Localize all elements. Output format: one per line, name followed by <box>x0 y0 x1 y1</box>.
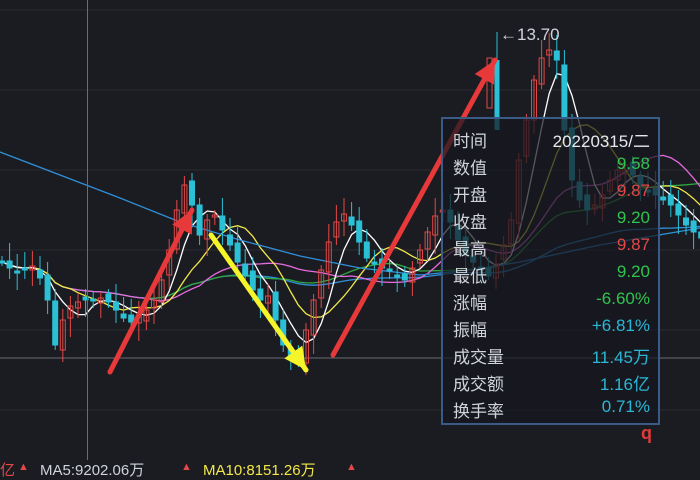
tooltip-value: -6.60% <box>596 289 650 308</box>
candle-body <box>113 301 119 311</box>
up-triangle-icon: ▲ <box>181 461 192 473</box>
tooltip-row: 最低 9.20 <box>453 262 650 286</box>
indicator-bar: 亿 ▲ MA5:9202.06万 ▲ MA10:8151.26万 ▲ <box>0 460 700 479</box>
tooltip-value: 1.16亿 <box>599 375 650 394</box>
candle-body <box>394 274 401 278</box>
tooltip-label: 最高 <box>453 240 487 259</box>
tooltip-label: 振幅 <box>453 321 487 340</box>
candle-body <box>249 270 256 291</box>
tooltip-label: 成交量 <box>453 348 504 367</box>
up-triangle-icon: ▲ <box>18 461 29 473</box>
high-price-marker: ←13.70 <box>500 25 560 44</box>
tooltip-value: 9.87 <box>616 235 650 254</box>
candle-body <box>44 274 51 301</box>
candle-body <box>675 203 682 216</box>
candle-body <box>219 215 226 231</box>
candle-body <box>371 261 378 265</box>
tooltip-label: 涨幅 <box>453 294 487 313</box>
tooltip-row: 收盘 9.20 <box>453 208 650 232</box>
candle-body <box>242 263 249 277</box>
candle-body <box>105 293 112 303</box>
tooltip-row: 开盘 9.87 <box>453 181 650 205</box>
candle-body <box>401 273 408 281</box>
candle-body <box>6 260 13 269</box>
tooltip-row: 时间 20220315/二 <box>453 127 650 151</box>
tooltip-value: 20220315/二 <box>552 132 650 151</box>
yellow-arrow-shaft <box>208 232 309 373</box>
tooltip-label: 时间 <box>453 132 487 151</box>
candle-body <box>690 220 697 233</box>
tooltip-value: 11.45万 <box>591 348 650 367</box>
tooltip-label: 开盘 <box>453 186 487 205</box>
candle-body <box>257 288 264 301</box>
tooltip-row: 涨幅 -6.60% <box>453 289 650 313</box>
candle-body <box>660 196 667 201</box>
candle-info-tooltip: 时间 20220315/二数值 9.58 开盘 9.87 收盘 9.20 最高 9.87 最低 9.… <box>441 117 660 425</box>
candle-body <box>0 260 5 264</box>
tooltip-label: 数值 <box>453 159 487 178</box>
tooltip-value: 9.58 <box>616 154 650 173</box>
candle-body <box>21 267 28 271</box>
tooltip-row: 成交额 1.16亿 <box>453 370 650 394</box>
tooltip-value: 0.71% <box>601 397 650 416</box>
up-triangle-icon: ▲ <box>346 461 357 473</box>
candle-body <box>14 270 21 274</box>
candle-body <box>272 291 279 321</box>
tooltip-value: 9.87 <box>616 181 650 200</box>
candle-body <box>348 216 355 226</box>
tooltip-label: 成交额 <box>453 375 504 394</box>
candle-body <box>196 204 203 236</box>
tooltip-row: 成交量 11.45万 <box>453 343 650 367</box>
candle-body <box>234 242 241 263</box>
candle-body <box>227 234 233 246</box>
tooltip-row: 最高 9.87 <box>453 235 650 259</box>
tooltip-row: 振幅 +6.81% <box>453 316 650 340</box>
tooltip-label: 换手率 <box>453 402 504 421</box>
yellow-arrow-head <box>284 345 306 370</box>
q-marker: q <box>641 423 652 443</box>
candle-body <box>553 50 560 61</box>
crosshair-vertical-line <box>87 0 88 460</box>
candle-body <box>90 298 97 302</box>
candle-body <box>667 194 674 206</box>
tooltip-row: 数值 9.58 <box>453 154 650 178</box>
tooltip-value: 9.20 <box>616 208 650 227</box>
candle-body <box>363 241 370 259</box>
candle-body <box>120 313 127 319</box>
tooltip-value: +6.81% <box>591 316 650 335</box>
tooltip-label: 最低 <box>453 267 487 286</box>
tooltip-row: 换手率 0.71% <box>453 397 650 421</box>
candle-body <box>386 268 393 272</box>
candle-body <box>52 300 59 346</box>
candle-body <box>128 314 135 323</box>
candle-body <box>189 180 195 206</box>
tooltip-value: 9.20 <box>616 262 650 281</box>
candle-body <box>356 220 363 243</box>
candle-body <box>683 217 689 226</box>
tooltip-label: 收盘 <box>453 213 487 232</box>
candle-body <box>37 269 43 279</box>
